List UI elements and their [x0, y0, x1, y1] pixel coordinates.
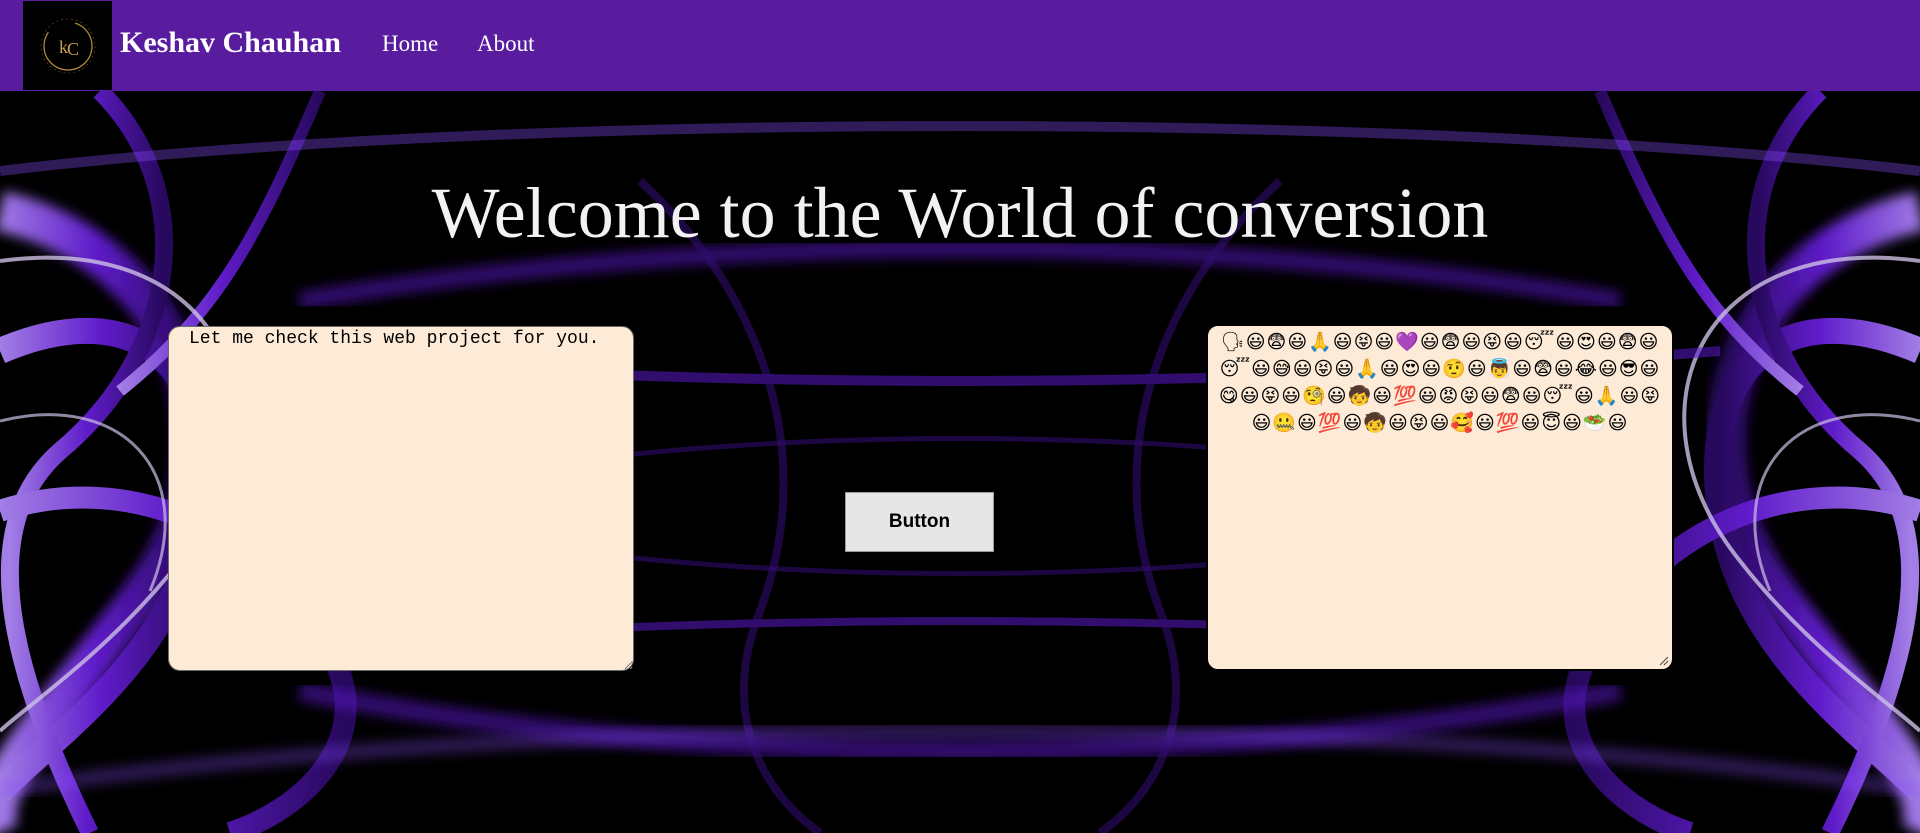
convert-button[interactable]: Button	[845, 492, 994, 552]
nav-about-link[interactable]: About	[477, 31, 535, 57]
output-textarea[interactable]: 🗣😃😨😃🙏😃😝😃💜😃😨😃😝😃😴😃😍😃😨😃😴😃😅😃😝😃🙏😃😍😃🤨😃👼😃😨😃😂😃😎😃…	[1206, 324, 1674, 671]
brand-name[interactable]: Keshav Chauhan	[120, 26, 341, 60]
page-title: Welcome to the World of conversion	[431, 173, 1489, 253]
output-emoji-text: 🗣😃😨😃🙏😃😝😃💜😃😨😃😝😃😴😃😍😃😨😃😴😃😅😃😝😃🙏😃😍😃🤨😃👼😃😨😃😂😃😎😃…	[1218, 331, 1662, 434]
kc-monogram-icon: k C	[40, 18, 95, 73]
nav-home-link[interactable]: Home	[382, 31, 438, 57]
input-textarea[interactable]: Let me check this web project for you.	[168, 326, 634, 671]
navbar: k C Keshav Chauhan Home About	[0, 0, 1920, 91]
resize-grip-icon[interactable]	[1657, 654, 1669, 666]
logo[interactable]: k C	[23, 1, 112, 90]
svg-text:C: C	[67, 39, 79, 59]
